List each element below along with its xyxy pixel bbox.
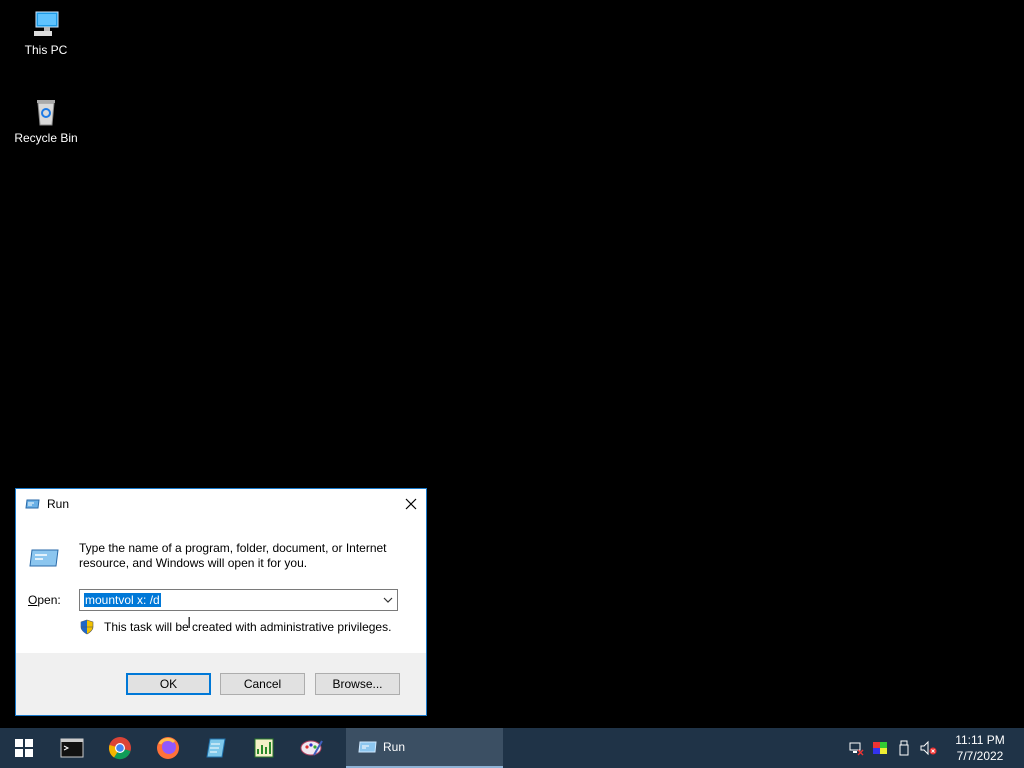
clock[interactable]: 11:11 PM 7/7/2022 (944, 732, 1016, 764)
run-dialog: Run Type the name of a program, folder, … (15, 488, 427, 716)
tray-network[interactable] (844, 728, 868, 768)
usb-icon (899, 740, 909, 756)
network-icon (849, 742, 864, 756)
tray-usb[interactable] (892, 728, 916, 768)
chrome-icon (108, 737, 131, 760)
recycle-bin-icon (37, 100, 55, 126)
taskbar-window-label: Run (383, 740, 406, 754)
close-button[interactable] (396, 489, 426, 519)
desktop-icon-label: This PC (24, 43, 68, 57)
cancel-button[interactable]: Cancel (220, 673, 305, 695)
shield-icon (80, 619, 94, 635)
taskbar-chrome[interactable] (96, 728, 144, 768)
dialog-footer: OK Cancel Browse... (16, 653, 426, 715)
admin-note: This task will be created with administr… (104, 620, 392, 634)
run-icon (25, 499, 40, 509)
desktop-icon-this-pc[interactable]: This PC (6, 8, 86, 57)
start-icon (15, 739, 33, 757)
taskbar-run-window[interactable]: Run (346, 728, 503, 768)
paint-icon (300, 740, 323, 756)
close-icon (405, 498, 417, 510)
system-tray: 11:11 PM 7/7/2022 (844, 728, 1024, 768)
notepad-icon (206, 738, 226, 758)
open-input[interactable]: mountvol x: /d (79, 589, 398, 611)
dialog-description: Type the name of a program, folder, docu… (79, 541, 387, 570)
volume-muted-icon (920, 740, 937, 756)
start-button[interactable] (0, 728, 48, 768)
clock-time: 11:11 PM (955, 733, 1005, 747)
firefox-icon (157, 737, 179, 759)
desktop-icon-label: Recycle Bin (14, 131, 78, 145)
tray-volume[interactable] (916, 728, 940, 768)
taskbar-spreadsheet[interactable] (240, 728, 288, 768)
chevron-down-icon[interactable] (381, 593, 395, 607)
tray-color[interactable] (868, 728, 892, 768)
taskbar-paint[interactable] (288, 728, 336, 768)
dialog-body: Type the name of a program, folder, docu… (16, 519, 426, 653)
open-label: Open: (28, 593, 61, 607)
dialog-title: Run (47, 497, 70, 511)
clock-date: 7/7/2022 (956, 749, 1004, 763)
run-icon (29, 549, 59, 567)
title-bar[interactable]: Run (16, 489, 426, 519)
command-prompt-icon (60, 738, 84, 758)
spreadsheet-icon (254, 738, 274, 758)
taskbar-notepad[interactable] (192, 728, 240, 768)
taskbar-command-prompt[interactable] (48, 728, 96, 768)
desktop-icon-recycle-bin[interactable]: Recycle Bin (6, 96, 86, 145)
taskbar: Run 11:11 PM 7/7/2022 (0, 728, 1024, 768)
taskbar-firefox[interactable] (144, 728, 192, 768)
ok-button[interactable]: OK (126, 673, 211, 695)
open-input-value: mountvol x: /d (84, 593, 161, 607)
color-icon (873, 742, 887, 754)
run-icon (358, 741, 377, 753)
computer-icon (34, 11, 59, 36)
browse-button[interactable]: Browse... (315, 673, 400, 695)
